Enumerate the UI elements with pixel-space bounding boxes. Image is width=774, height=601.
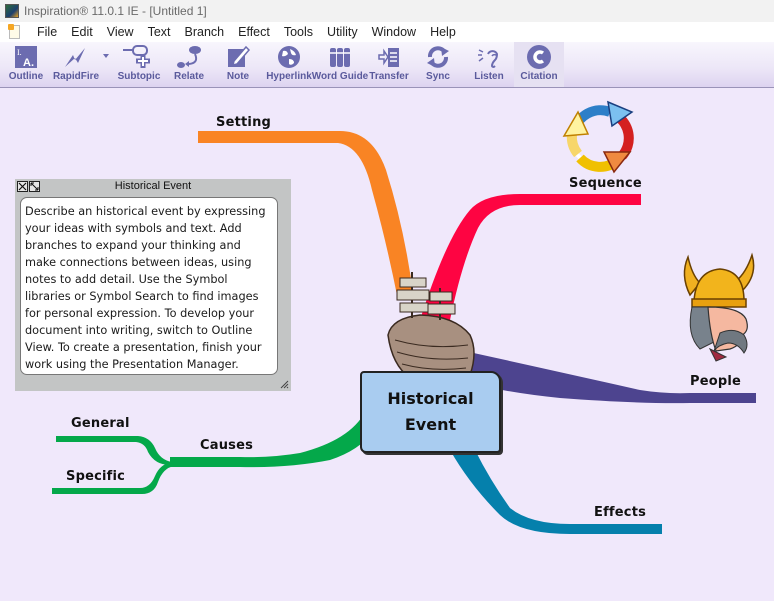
outline-button[interactable]: I. A. Outline [8, 42, 44, 87]
menu-window[interactable]: Window [365, 25, 423, 39]
topic-effects[interactable]: Effects [594, 505, 646, 520]
note-button[interactable]: Note [222, 42, 254, 87]
branch-effects[interactable] [450, 450, 662, 534]
main-idea-line2: Event [404, 415, 457, 434]
title-bar: Inspiration® 11.0.1 IE - [Untitled 1] [0, 0, 774, 22]
menu-text[interactable]: Text [141, 25, 178, 39]
toolbar: I. A. Outline RapidFire Subtopic Relate N… [0, 42, 774, 88]
subtopic-icon [123, 44, 150, 68]
topic-sequence[interactable]: Sequence [569, 176, 642, 191]
menu-utility[interactable]: Utility [320, 25, 365, 39]
listen-ear-icon [478, 48, 499, 68]
menu-file[interactable]: File [30, 25, 64, 39]
app-icon [5, 4, 19, 18]
note-text[interactable]: Describe an historical event by expressi… [20, 197, 278, 375]
sync-icon [427, 45, 449, 68]
word-guide-button[interactable]: Word Guide [312, 42, 368, 87]
rapidfire-dropdown[interactable] [100, 42, 112, 87]
transfer-icon [378, 47, 399, 67]
note-title: Historical Event [114, 180, 192, 192]
sync-button[interactable]: Sync [422, 42, 454, 87]
document-icon[interactable] [8, 24, 20, 39]
main-idea-line1: Historical [387, 389, 474, 408]
rapidfire-button[interactable]: RapidFire [52, 42, 100, 87]
subtopic-general[interactable]: General [71, 416, 130, 431]
menu-effect[interactable]: Effect [231, 25, 277, 39]
window-title: Inspiration® 11.0.1 IE - [Untitled 1] [24, 4, 207, 18]
menu-tools[interactable]: Tools [277, 25, 320, 39]
note-window[interactable]: Historical Event Describe an historical … [15, 179, 291, 391]
topic-setting[interactable]: Setting [216, 115, 271, 130]
menu-view[interactable]: View [100, 25, 141, 39]
svg-text:I.: I. [17, 48, 22, 57]
outline-icon: I.A. [15, 45, 37, 69]
main-idea[interactable]: Historical Event [360, 371, 501, 453]
branch-sequence[interactable] [420, 194, 641, 320]
relate-icon [177, 45, 201, 68]
cycle-arrows-symbol[interactable] [562, 100, 634, 174]
hyperlink-globe-icon [278, 45, 300, 68]
rapidfire-icon [65, 47, 85, 67]
svg-text:A.: A. [23, 57, 34, 69]
transfer-button[interactable]: Transfer [369, 42, 409, 87]
topic-causes[interactable]: Causes [200, 438, 253, 453]
menu-bar: File Edit View Text Branch Effect Tools … [0, 22, 774, 42]
citation-button[interactable]: Citation [514, 42, 564, 87]
listen-button[interactable]: Listen [472, 42, 506, 87]
menu-branch[interactable]: Branch [178, 25, 232, 39]
subtopic-button[interactable]: Subtopic [116, 42, 162, 87]
chevron-down-icon [103, 53, 109, 58]
topic-people[interactable]: People [690, 374, 741, 389]
branch-general[interactable] [56, 436, 172, 465]
viking-symbol[interactable] [683, 252, 755, 362]
diagram-canvas[interactable]: Setting Sequence People Effects Causes G… [0, 88, 774, 601]
resize-grip-icon[interactable] [279, 379, 289, 389]
note-icon [228, 45, 250, 67]
menu-help[interactable]: Help [423, 25, 463, 39]
relate-button[interactable]: Relate [172, 42, 206, 87]
menu-edit[interactable]: Edit [64, 25, 100, 39]
subtopic-specific[interactable]: Specific [66, 469, 125, 484]
hyperlink-button[interactable]: Hyperlink [266, 42, 312, 87]
word-guide-books-icon [330, 47, 350, 67]
citation-icon [527, 44, 551, 69]
